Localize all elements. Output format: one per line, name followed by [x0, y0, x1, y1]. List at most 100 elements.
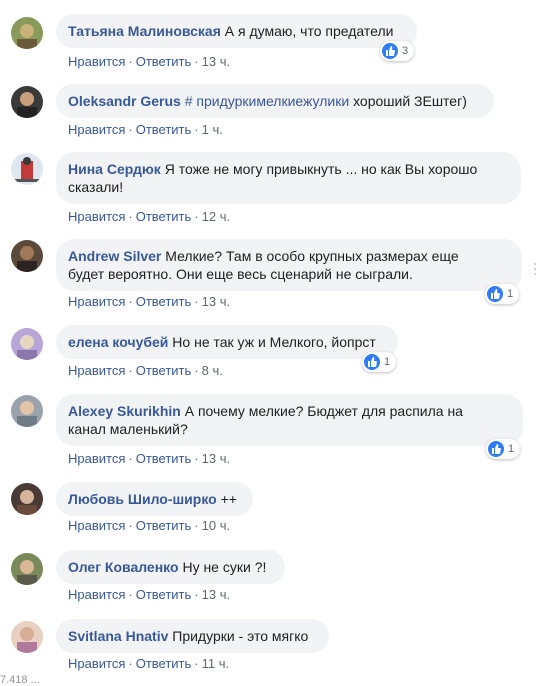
separator: · — [194, 451, 199, 466]
comment-actions: Нравится · Ответить · 11 ч. — [68, 656, 229, 672]
separator: · — [128, 451, 133, 466]
comment-bubble: Любовь Шило-ширко ++ — [56, 482, 253, 516]
separator: · — [128, 209, 133, 224]
reply-button[interactable]: Ответить — [136, 587, 192, 602]
reaction-number: 1 — [384, 356, 391, 368]
reply-button[interactable]: Ответить — [136, 294, 192, 309]
reply-button[interactable]: Ответить — [136, 363, 192, 378]
reply-button[interactable]: Ответить — [136, 122, 192, 137]
comment-author[interactable]: Alexey Skurikhin — [68, 403, 181, 419]
separator: · — [128, 294, 133, 309]
thumbs-up-icon — [487, 286, 503, 302]
like-button[interactable]: Нравится — [68, 54, 125, 69]
separator: · — [194, 54, 199, 69]
comment-author[interactable]: Oleksandr Gerus — [68, 93, 181, 109]
comment-bubble: Svitlana Hnativ Придурки - это мягко — [56, 619, 329, 653]
separator: · — [128, 363, 133, 378]
like-button[interactable]: Нравится — [68, 656, 125, 671]
thumbs-up-icon — [488, 441, 504, 457]
reply-button[interactable]: Ответить — [136, 451, 192, 466]
comment-author[interactable]: Andrew Silver — [68, 248, 161, 264]
comment-bubble: Олег Коваленко Ну не суки ?! — [56, 550, 285, 584]
avatar[interactable] — [11, 553, 43, 585]
comment-time[interactable]: 13 ч. — [202, 54, 230, 69]
comment-actions: Нравится · Ответить · 10 ч. — [68, 518, 230, 534]
avatar[interactable] — [11, 621, 43, 653]
comment-time[interactable]: 13 ч. — [202, 451, 230, 466]
separator: · — [194, 587, 199, 602]
reaction-count[interactable]: 1 — [485, 284, 519, 304]
comment-time[interactable]: 13 ч. — [202, 587, 230, 602]
comment-text-line2: будет вероятно. Они еще весь сценарий не… — [68, 266, 413, 282]
comment-time[interactable]: 10 ч. — [202, 518, 230, 533]
comment-author[interactable]: Любовь Шило-ширко — [68, 491, 217, 507]
like-button[interactable]: Нравится — [68, 587, 125, 602]
comment-text: Придурки - это мягко — [172, 628, 309, 644]
comment-author[interactable]: Олег Коваленко — [68, 559, 179, 575]
avatar[interactable] — [11, 328, 43, 360]
reaction-number: 3 — [402, 45, 409, 57]
comment-author[interactable]: елена кочубей — [68, 334, 168, 350]
reaction-number: 1 — [507, 288, 514, 300]
comment-time[interactable]: 8 ч. — [202, 363, 223, 378]
cut-off-text: 7.418 ... — [0, 674, 40, 686]
comment-time[interactable]: 1 ч. — [202, 122, 223, 137]
comment-actions: Нравится · Ответить · 1 ч. — [68, 122, 223, 138]
comment-actions: Нравится · Ответить · 8 ч. — [68, 363, 223, 379]
separator: · — [128, 122, 133, 137]
comment-actions: Нравится · Ответить · 13 ч. — [68, 54, 230, 70]
comment-bubble: Alexey Skurikhin А почему мелкие? Бюджет… — [56, 394, 523, 446]
separator: · — [194, 656, 199, 671]
more-options-icon[interactable] — [533, 262, 537, 276]
separator: · — [194, 518, 199, 533]
comment-actions: Нравится · Ответить · 13 ч. — [68, 451, 230, 467]
comment-text: Я тоже не могу привыкнуть ... но как Вы … — [164, 161, 478, 177]
comment-bubble: Татьяна Малиновская А я думаю, что преда… — [56, 14, 417, 48]
separator: · — [128, 54, 133, 69]
avatar[interactable] — [11, 483, 43, 515]
comment-text: Ну не суки ?! — [182, 559, 267, 575]
like-button[interactable]: Нравится — [68, 451, 125, 466]
like-button[interactable]: Нравится — [68, 363, 125, 378]
reply-button[interactable]: Ответить — [136, 656, 192, 671]
comment-bubble: Oleksandr Gerus # придуркимелкиежулики х… — [56, 84, 494, 118]
reaction-number: 1 — [508, 443, 515, 455]
comment-time[interactable]: 11 ч. — [202, 656, 230, 671]
like-button[interactable]: Нравится — [68, 122, 125, 137]
comment-author[interactable]: Нина Сердюк — [68, 161, 161, 177]
like-button[interactable]: Нравится — [68, 518, 125, 533]
comment-actions: Нравится · Ответить · 13 ч. — [68, 587, 230, 603]
like-button[interactable]: Нравится — [68, 209, 125, 224]
avatar[interactable] — [11, 395, 43, 427]
reply-button[interactable]: Ответить — [136, 54, 192, 69]
thumbs-up-icon — [364, 354, 380, 370]
like-button[interactable]: Нравится — [68, 294, 125, 309]
comment-actions: Нравится · Ответить · 13 ч. — [68, 294, 230, 310]
separator: · — [194, 122, 199, 137]
comment-text: Но не так уж и Мелкого, йопрст — [172, 334, 376, 350]
comment-author[interactable]: Svitlana Hnativ — [68, 628, 168, 644]
reaction-count[interactable]: 3 — [380, 41, 414, 61]
thumbs-up-icon — [382, 43, 398, 59]
comment-text-line2: канал маленький? — [68, 421, 188, 437]
avatar[interactable] — [11, 86, 43, 118]
reaction-count[interactable]: 1 — [486, 439, 520, 459]
comment-bubble: Нина Сердюк Я тоже не могу привыкнуть ..… — [56, 152, 521, 204]
hashtag-link[interactable]: # придуркимелкиежулики — [185, 93, 349, 109]
separator: · — [194, 363, 199, 378]
avatar[interactable] — [11, 17, 43, 49]
separator: · — [194, 209, 199, 224]
comment-text: Мелкие? Там в особо крупных размерах еще — [165, 248, 459, 264]
avatar[interactable] — [11, 240, 43, 272]
reaction-count[interactable]: 1 — [362, 352, 396, 372]
comment-author[interactable]: Татьяна Малиновская — [68, 23, 221, 39]
separator: · — [128, 518, 133, 533]
comment-text: ++ — [220, 491, 237, 507]
reply-button[interactable]: Ответить — [136, 209, 192, 224]
comment-text-line2: сказали! — [68, 179, 124, 195]
comment-text: хороший ЗЕштег) — [353, 93, 467, 109]
comment-time[interactable]: 12 ч. — [202, 209, 230, 224]
avatar[interactable] — [11, 153, 43, 185]
comment-time[interactable]: 13 ч. — [202, 294, 230, 309]
reply-button[interactable]: Ответить — [136, 518, 192, 533]
